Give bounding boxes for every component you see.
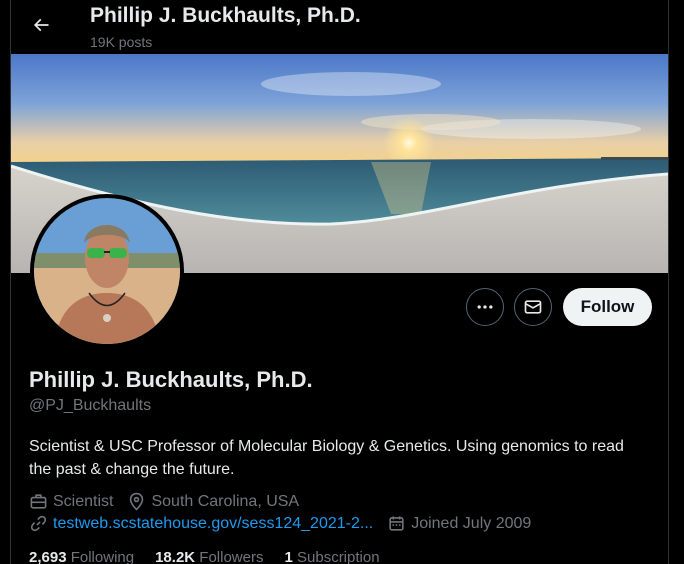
back-button[interactable] — [24, 8, 58, 42]
profile-header: Phillip J. Buckhaults, Ph.D. 19K posts — [0, 0, 684, 54]
profile-bio: Scientist & USC Professor of Molecular B… — [29, 438, 624, 478]
profile-stats: 2,693 Following 18.2K Followers 1 Subscr… — [29, 549, 401, 564]
category-text: Scientist — [53, 492, 114, 510]
display-name: Phillip J. Buckhaults, Ph.D. — [29, 367, 313, 392]
profile-avatar[interactable] — [30, 194, 184, 348]
following-label: Following — [70, 549, 135, 564]
following-stat[interactable]: 2,693 Following — [29, 549, 134, 564]
more-dots-icon — [477, 305, 493, 309]
arrow-left-icon — [33, 18, 49, 32]
website-item[interactable]: testweb.scstatehouse.gov/sess124_2021-2.… — [29, 514, 373, 533]
subscriptions-count: 1 — [284, 549, 297, 564]
profile-meta-row-2: testweb.scstatehouse.gov/sess124_2021-2.… — [29, 514, 545, 533]
post-count: 19K posts — [90, 34, 153, 50]
follow-button[interactable]: Follow — [563, 288, 652, 326]
joined-item: Joined July 2009 — [387, 514, 531, 533]
subscriptions-stat[interactable]: 1 Subscription — [284, 549, 379, 564]
profile-meta-row-1: Scientist South Carolina, USA — [29, 492, 313, 511]
location-item: South Carolina, USA — [127, 492, 299, 511]
followers-stat[interactable]: 18.2K Followers — [155, 549, 263, 564]
subscriptions-label: Subscription — [297, 549, 380, 564]
avatar-photo — [34, 198, 180, 344]
joined-text: Joined July 2009 — [411, 514, 532, 532]
followers-label: Followers — [199, 549, 264, 564]
location-text: South Carolina, USA — [151, 492, 300, 510]
category-item: Scientist — [29, 492, 113, 511]
website-link[interactable]: testweb.scstatehouse.gov/sess124_2021-2.… — [53, 515, 373, 533]
link-icon — [30, 515, 47, 532]
profile-page: Phillip J. Buckhaults, Ph.D. 19K posts F… — [0, 0, 684, 564]
message-button[interactable] — [514, 288, 552, 326]
following-count: 2,693 — [29, 549, 71, 564]
calendar-icon — [389, 516, 404, 531]
followers-count: 18.2K — [155, 549, 200, 564]
header-title: Phillip J. Buckhaults, Ph.D. — [90, 4, 361, 27]
user-handle: @PJ_Buckhaults — [29, 397, 152, 414]
briefcase-icon — [30, 494, 47, 509]
envelope-icon — [524, 300, 542, 314]
more-options-button[interactable] — [466, 288, 504, 326]
location-pin-icon — [130, 492, 144, 511]
